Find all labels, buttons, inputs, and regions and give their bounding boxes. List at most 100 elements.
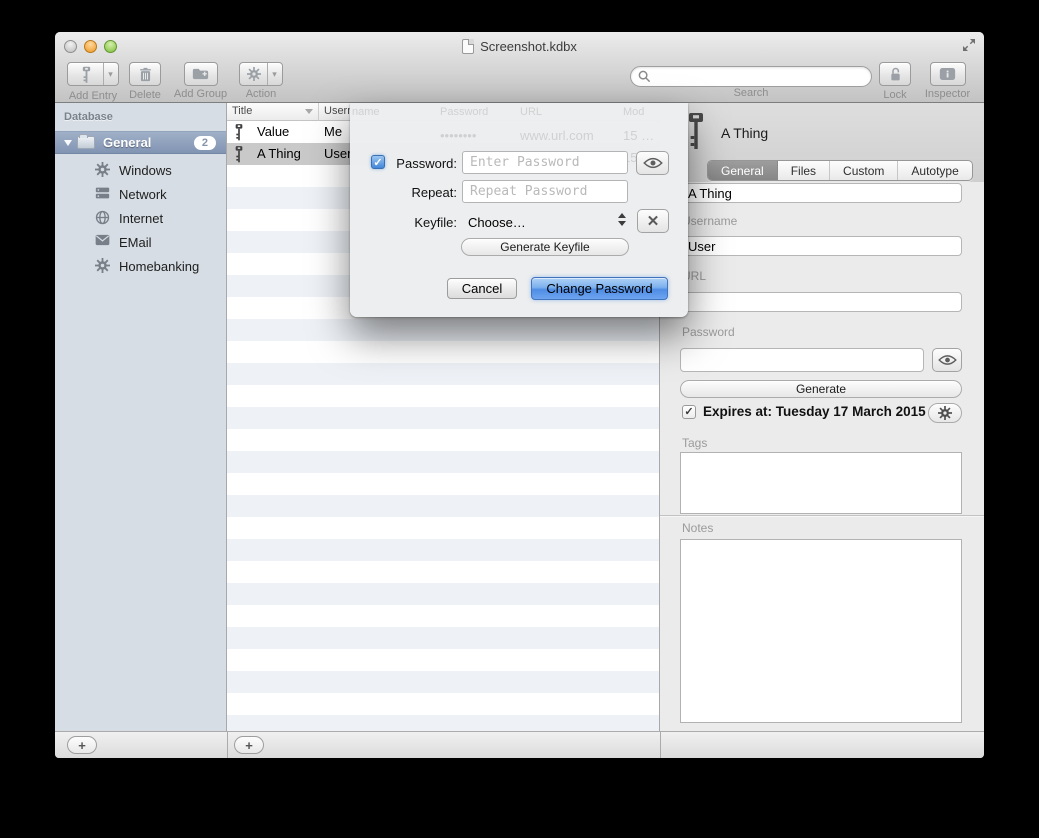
sidebar-item-email[interactable]: EMail (55, 230, 226, 254)
add-group-label: Add Group (172, 88, 229, 100)
pane-divider (660, 732, 661, 758)
entry-title-cell: Value (257, 124, 289, 139)
dialog-reveal-password-button[interactable] (636, 151, 669, 175)
add-group-plus-button[interactable]: + (67, 736, 97, 754)
ghost-url-value: www.url.com (520, 128, 594, 143)
sidebar: Database General 2 Windows Network (55, 103, 227, 731)
key-icon (234, 123, 244, 142)
change-password-button[interactable]: Change Password (531, 277, 668, 300)
keyfile-popup[interactable]: Choose… (468, 215, 526, 230)
sidebar-item-label: Windows (119, 163, 172, 178)
info-icon (939, 67, 956, 81)
entry-title-cell: A Thing (257, 146, 301, 161)
popup-stepper-icon[interactable] (618, 213, 626, 226)
section-divider (660, 515, 984, 516)
toolbar: ▾ Add Entry Delete Add Group (55, 60, 984, 103)
sidebar-item-internet[interactable]: Internet (55, 206, 226, 230)
disclosure-triangle-icon[interactable] (64, 140, 72, 146)
inspector-button[interactable] (930, 62, 966, 86)
title-field[interactable] (680, 183, 962, 203)
eye-icon (938, 354, 957, 366)
zoom-button[interactable] (104, 40, 117, 53)
add-entry-button[interactable]: ▾ (67, 62, 119, 86)
ghost-column-username: name (352, 106, 380, 118)
window-header: Screenshot.kdbx ▾ Add Entry (55, 32, 984, 103)
expiry-settings-button[interactable] (928, 403, 962, 423)
generate-password-button[interactable]: Generate (680, 380, 962, 398)
search-icon (638, 70, 651, 83)
dialog-password-label: Password: (352, 156, 457, 171)
globe-icon (95, 210, 111, 226)
lock-button[interactable] (879, 62, 911, 86)
action-button[interactable]: ▾ (239, 62, 283, 86)
action-label: Action (239, 88, 283, 100)
notes-input[interactable] (680, 539, 962, 723)
eye-icon (643, 157, 663, 169)
sidebar-item-network[interactable]: Network (55, 182, 226, 206)
padlock-open-icon (888, 67, 903, 82)
add-entry-label: Add Entry (63, 90, 123, 102)
inspector-label: Inspector (922, 88, 973, 100)
tab-files[interactable]: Files (778, 161, 830, 180)
delete-button[interactable] (129, 62, 161, 86)
ghost-column-password: Password (440, 106, 488, 118)
dialog-password-input[interactable] (462, 151, 628, 174)
server-icon (95, 186, 111, 202)
tab-autotype[interactable]: Autotype (898, 161, 971, 180)
generate-keyfile-button[interactable]: Generate Keyfile (461, 238, 629, 256)
envelope-icon (95, 234, 111, 250)
clear-keyfile-button[interactable]: ✕ (637, 209, 669, 233)
tab-custom[interactable]: Custom (830, 161, 898, 180)
sidebar-item-label: Homebanking (119, 259, 199, 274)
minimize-button[interactable] (84, 40, 97, 53)
pane-divider (227, 732, 228, 758)
close-icon: ✕ (647, 212, 660, 230)
folder-plus-icon (192, 67, 209, 81)
dialog-repeat-input[interactable] (462, 180, 628, 203)
sidebar-item-homebanking[interactable]: Homebanking (55, 254, 226, 278)
titlebar: Screenshot.kdbx (55, 32, 984, 60)
gear-icon (938, 406, 952, 420)
delete-label: Delete (128, 89, 162, 101)
count-badge: 2 (194, 136, 216, 150)
fullscreen-icon[interactable] (961, 37, 977, 53)
change-password-sheet: name Password URL Mod •••••••• www.url.c… (350, 103, 688, 317)
add-group-button[interactable] (184, 62, 218, 86)
lock-label: Lock (875, 89, 915, 101)
expires-checkbox[interactable] (682, 405, 696, 419)
username-field[interactable] (680, 236, 962, 256)
tags-input[interactable] (680, 452, 962, 514)
sidebar-group-general[interactable]: General 2 (55, 131, 226, 154)
add-entry-plus-button[interactable]: + (234, 736, 264, 754)
sidebar-item-label: EMail (119, 235, 152, 250)
search-input[interactable] (630, 66, 872, 87)
column-divider[interactable] (318, 103, 319, 121)
sidebar-item-windows[interactable]: Windows (55, 158, 226, 182)
tab-general[interactable]: General (708, 161, 778, 180)
sort-descending-icon (305, 109, 313, 114)
column-header-title[interactable]: Title (232, 105, 252, 117)
gear-icon (95, 258, 111, 274)
entry-username-cell: Me (324, 124, 342, 139)
gear-icon (95, 162, 111, 178)
url-field[interactable] (680, 292, 962, 312)
inspector-panel: A Thing General Files Custom Autotype Us… (660, 103, 984, 731)
password-label: Password (682, 325, 735, 339)
cancel-button[interactable]: Cancel (447, 278, 517, 299)
chevron-down-icon: ▾ (267, 63, 281, 85)
folder-icon (77, 136, 95, 149)
reveal-password-button[interactable] (932, 348, 962, 372)
expires-text: Expires at: Tuesday 17 March 2015 (703, 404, 926, 419)
password-field[interactable] (680, 348, 924, 372)
window-title: Screenshot.kdbx (462, 39, 577, 54)
inspector-header: A Thing General Files Custom Autotype (660, 103, 984, 182)
key-icon (234, 145, 244, 164)
notes-label: Notes (682, 521, 713, 535)
trash-icon (138, 67, 153, 82)
document-icon (462, 39, 474, 54)
close-button[interactable] (64, 40, 77, 53)
ghost-column-url: URL (520, 106, 542, 118)
dialog-keyfile-label: Keyfile: (352, 215, 457, 230)
ghost-password-dots: •••••••• (440, 128, 476, 143)
sidebar-section-header: Database (64, 111, 113, 123)
